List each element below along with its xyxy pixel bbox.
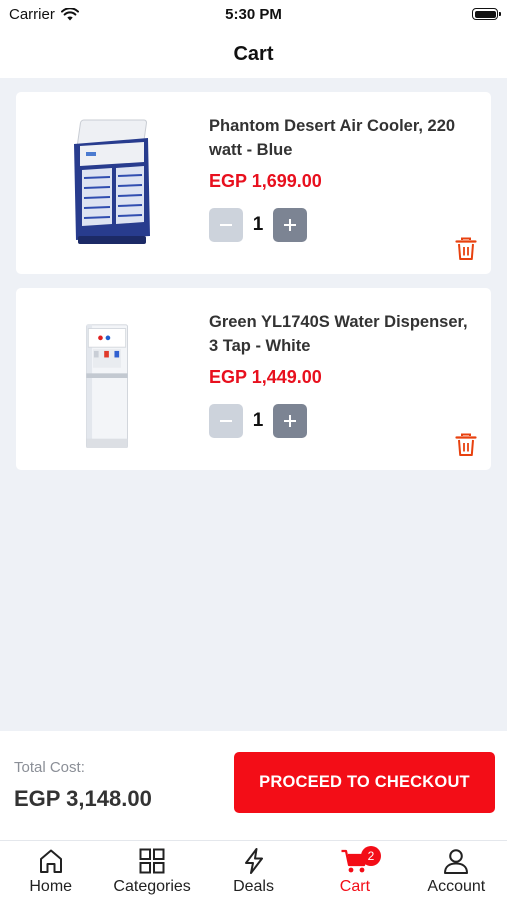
total-cost-value: EGP 3,148.00: [14, 786, 152, 811]
product-price: EGP 1,449.00: [209, 367, 322, 387]
home-icon: [39, 849, 62, 873]
plus-icon: [284, 219, 296, 231]
product-price: EGP 1,699.00: [209, 171, 322, 191]
trash-icon[interactable]: [455, 433, 477, 457]
cart-item: Green YL1740S Water Dispenser, 3 Tap - W…: [16, 288, 491, 470]
quantity-stepper: 1: [209, 208, 307, 242]
tab-cart[interactable]: 2 Cart: [304, 841, 405, 900]
bottom-tab-bar: Home Categories Deals 2 Cart Account: [0, 840, 507, 900]
water-dispenser-image: [86, 324, 128, 448]
quantity-stepper: 1: [209, 404, 307, 438]
cart-item: Phantom Desert Air Cooler, 220 watt - Bl…: [16, 92, 491, 274]
minus-icon: [220, 224, 232, 226]
plus-icon: [284, 415, 296, 427]
increase-quantity-button[interactable]: [273, 404, 307, 438]
page-title: Cart: [233, 42, 274, 65]
air-cooler-image: [74, 119, 150, 244]
proceed-to-checkout-button[interactable]: PROCEED TO CHECKOUT: [234, 752, 495, 813]
quantity-value: 1: [252, 214, 264, 235]
tab-label: Deals: [233, 878, 274, 895]
trash-icon[interactable]: [455, 237, 477, 261]
battery-icon: [472, 8, 501, 20]
total-cost-label: Total Cost:: [14, 759, 85, 776]
tab-label: Account: [427, 878, 486, 895]
decrease-quantity-button[interactable]: [209, 404, 243, 438]
decrease-quantity-button[interactable]: [209, 208, 243, 242]
status-time: 5:30 PM: [225, 6, 282, 23]
minus-icon: [220, 420, 232, 422]
product-name[interactable]: Green YL1740S Water Dispenser, 3 Tap - W…: [209, 310, 481, 358]
grid-icon: [139, 848, 165, 874]
product-name[interactable]: Phantom Desert Air Cooler, 220 watt - Bl…: [209, 114, 481, 162]
person-icon: [444, 849, 469, 874]
lightning-icon: [244, 848, 263, 874]
quantity-value: 1: [252, 410, 264, 431]
tab-label: Home: [29, 878, 73, 895]
tab-home[interactable]: Home: [0, 841, 101, 900]
status-bar: Carrier 5:30 PM: [0, 0, 507, 30]
increase-quantity-button[interactable]: [273, 208, 307, 242]
tab-account[interactable]: Account: [406, 841, 507, 900]
tab-label: Categories: [113, 878, 191, 895]
checkout-footer: Total Cost: EGP 3,148.00 PROCEED TO CHEC…: [0, 731, 507, 840]
cart-count-badge: 2: [360, 846, 381, 866]
tab-categories[interactable]: Categories: [101, 841, 202, 900]
tab-deals[interactable]: Deals: [203, 841, 304, 900]
tab-label: Cart: [339, 878, 371, 895]
page-header: Cart: [0, 30, 507, 78]
